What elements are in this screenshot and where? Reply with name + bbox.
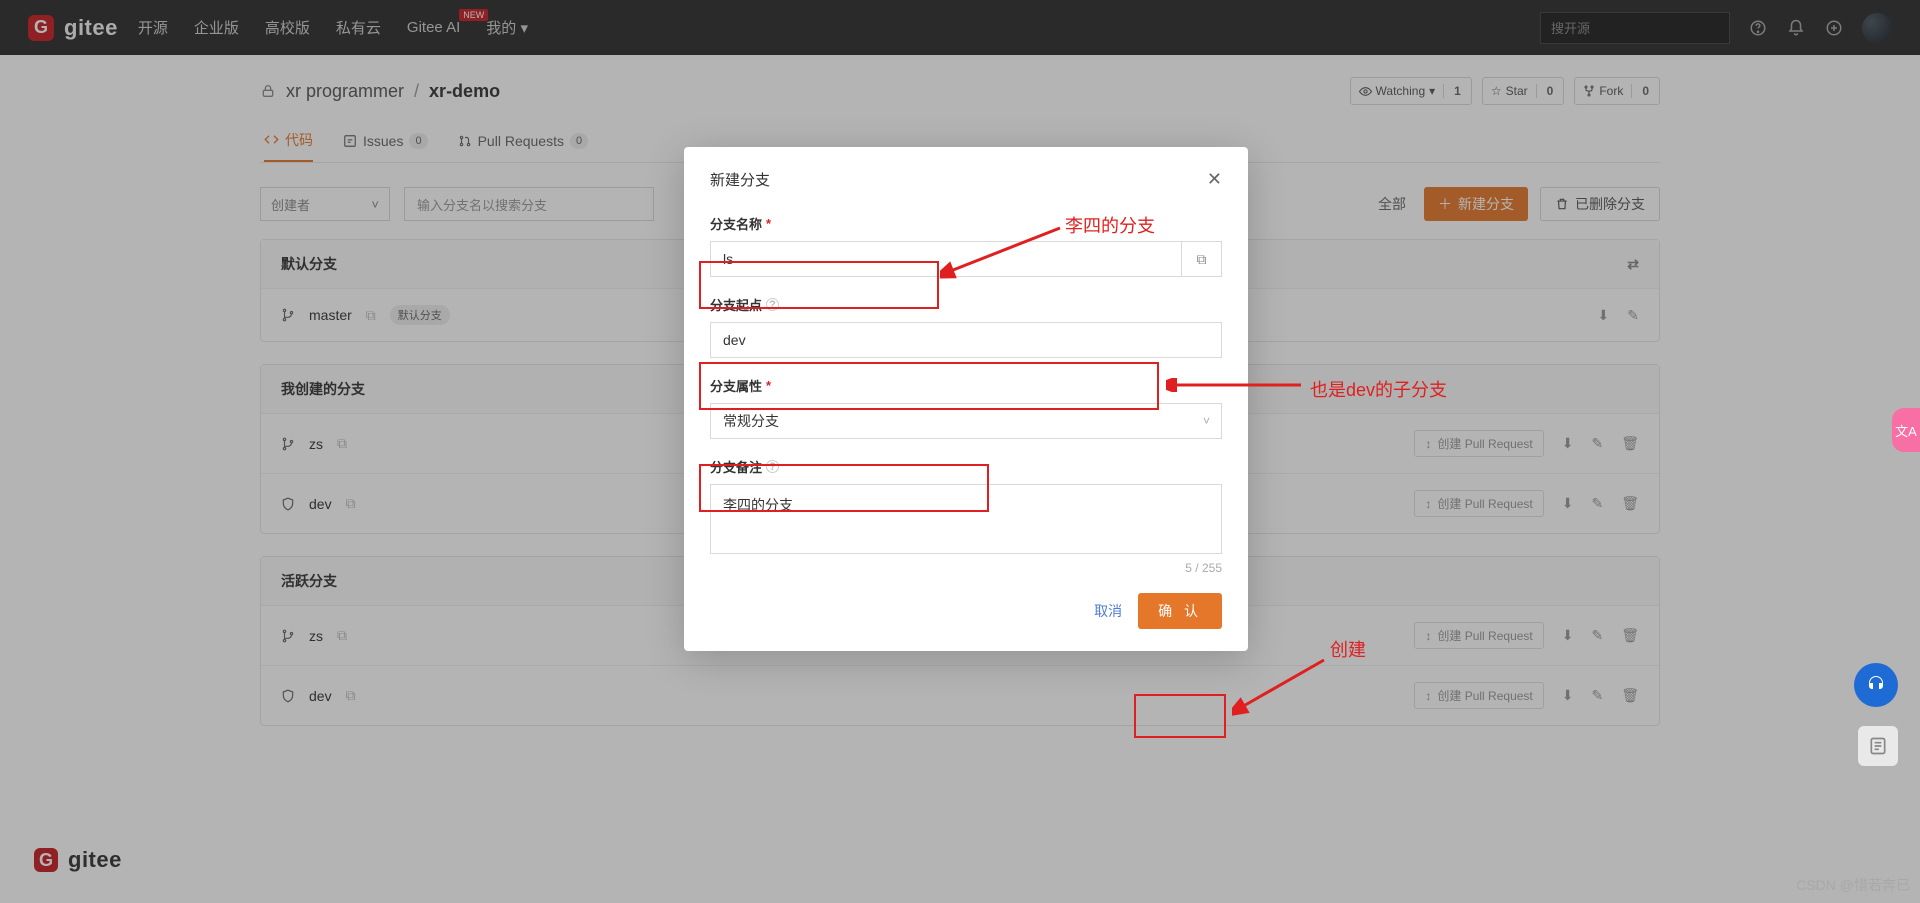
label-branch-attr: 分支属性 (710, 376, 762, 395)
cancel-button[interactable]: 取消 (1094, 601, 1122, 621)
char-count: 5 / 255 (710, 561, 1222, 575)
close-icon[interactable]: ✕ (1207, 169, 1222, 190)
float-feedback-icon[interactable] (1858, 726, 1898, 766)
new-branch-modal: 新建分支 ✕ 分支名称 * ⧉ 分支起点? 分支属性 * ˅ 分支备注? 5 / 2… (684, 147, 1248, 651)
chevron-down-icon: ˅ (1203, 414, 1210, 428)
watermark: CSDN @惜若奔已 (1796, 875, 1910, 895)
required-star: * (766, 378, 771, 393)
label-branch-note: 分支备注 (710, 457, 762, 476)
modal-title: 新建分支 (710, 169, 770, 190)
branch-note-textarea[interactable] (710, 484, 1222, 554)
branch-attr-select[interactable] (710, 403, 1222, 439)
float-support-icon[interactable] (1854, 663, 1898, 707)
float-translate-icon[interactable]: 文A (1892, 408, 1920, 452)
start-point-input[interactable] (710, 322, 1222, 358)
help-icon[interactable]: ? (766, 298, 779, 311)
required-star: * (766, 216, 771, 231)
label-start-point: 分支起点 (710, 295, 762, 314)
label-branch-name: 分支名称 (710, 214, 762, 233)
confirm-button[interactable]: 确 认 (1138, 593, 1222, 629)
help-icon[interactable]: ? (766, 460, 779, 473)
copy-button[interactable]: ⧉ (1182, 241, 1222, 277)
branch-name-input[interactable] (710, 241, 1182, 277)
